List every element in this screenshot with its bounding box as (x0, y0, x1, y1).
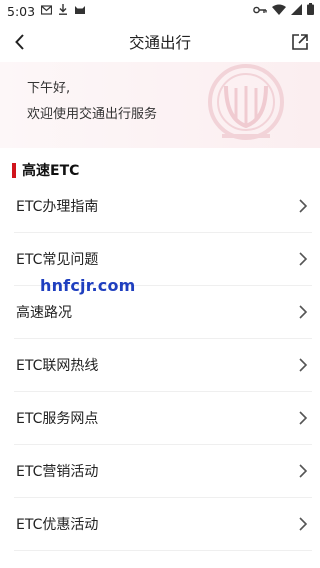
section-title: 高速ETC (22, 163, 80, 179)
chevron-right-icon (299, 305, 308, 319)
chevron-right-icon (299, 252, 308, 266)
menu-item-label: ETC常见问题 (16, 252, 99, 268)
chevron-right-icon (299, 358, 308, 372)
chevron-right-icon (299, 517, 308, 531)
menu-item-label: ETC联网热线 (16, 358, 99, 374)
status-right-icons (253, 3, 314, 18)
wifi-icon (272, 4, 286, 18)
menu-item-label: ETC办理指南 (16, 199, 99, 215)
etc-menu-list: ETC办理指南 ETC常见问题 高速路况 ETC联网热线 ETC服务网点 ETC… (0, 180, 320, 551)
welcome-text: 欢迎使用交通出行服务 (27, 107, 158, 122)
page-title: 交通出行 (128, 34, 191, 52)
chevron-right-icon (299, 411, 308, 425)
nav-bar: 交通出行 (0, 22, 320, 62)
mail-icon (40, 4, 53, 18)
cat-app-icon (74, 4, 86, 18)
greeting-banner: 下午好, 欢迎使用交通出行服务 (0, 62, 320, 148)
share-icon[interactable] (288, 30, 312, 54)
signal-icon (291, 3, 302, 18)
menu-item-etc-marketing[interactable]: ETC营销活动 (14, 445, 312, 498)
menu-item-etc-hotline[interactable]: ETC联网热线 (14, 339, 312, 392)
download-icon (58, 4, 68, 18)
menu-item-label: ETC优惠活动 (16, 517, 99, 533)
menu-item-etc-guide[interactable]: ETC办理指南 (14, 180, 312, 233)
back-arrow-icon[interactable] (9, 30, 33, 54)
menu-item-etc-discounts[interactable]: ETC优惠活动 (14, 498, 312, 551)
section-header: 高速ETC (0, 160, 79, 180)
key-icon (253, 4, 267, 18)
chevron-right-icon (299, 464, 308, 478)
emblem-watermark-icon (208, 64, 284, 140)
site-watermark: hnfcjr.com (40, 276, 136, 295)
menu-item-etc-service-points[interactable]: ETC服务网点 (14, 392, 312, 445)
section-accent-bar (12, 162, 16, 178)
battery-icon (307, 3, 314, 18)
status-time: 5:03 (7, 3, 36, 19)
chevron-right-icon (299, 199, 308, 213)
status-bar: 5:03 (0, 0, 320, 22)
menu-item-label: 高速路况 (16, 305, 72, 321)
menu-item-label: ETC服务网点 (16, 411, 99, 427)
greeting-text: 下午好, (27, 81, 71, 96)
menu-item-label: ETC营销活动 (16, 464, 99, 480)
